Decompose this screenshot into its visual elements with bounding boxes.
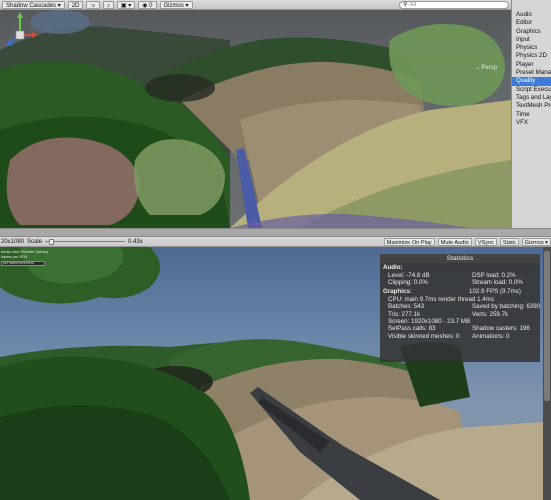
- visible-skinned-meshes: Visible skinned meshes: 0: [388, 332, 460, 340]
- game-scrollbar[interactable]: [543, 247, 551, 500]
- screen-readout: Screen: 1920x1080 - 23.7 MB: [388, 317, 471, 325]
- audio-heading: Audio:: [383, 264, 403, 271]
- projection-label[interactable]: ←Persp: [475, 65, 497, 71]
- saved-by-batching: Saved by batching: 6390: [472, 303, 540, 311]
- 2d-mode-toggle[interactable]: 2D: [67, 0, 84, 9]
- scene-viewport[interactable]: ←Persp: [0, 10, 511, 228]
- panel-divider[interactable]: [0, 228, 551, 237]
- scene-search-input[interactable]: ⚲ All: [399, 0, 509, 9]
- scene-toolbar: Shadow Cascades 2D ☼ ♪ ▣ ◉ 0 Gizmos ⚲ Al…: [0, 0, 511, 10]
- debug-button[interactable]: set frameincrement: [1, 261, 45, 266]
- stats-row-level: Level: -74.8 dB DSP load: 0.2%: [380, 272, 540, 279]
- animations: Animations: 0: [472, 332, 510, 340]
- audio-level: Level: -74.8 dB: [388, 272, 430, 279]
- settings-item-preset-manager[interactable]: Preset Manager: [512, 69, 551, 77]
- sun-icon: ☼: [90, 2, 96, 9]
- audio-clipping: Clipping: 0.0%: [388, 279, 428, 287]
- setpass-calls: SetPass calls: 83: [388, 325, 436, 333]
- settings-item-audio[interactable]: Audio: [512, 11, 551, 19]
- game-toolbar: 20x1080 Scale 0.43x Maximize On Play Mut…: [0, 237, 551, 247]
- debug-overlay: terrain struc Forester Scenery frames pe…: [0, 250, 48, 266]
- scene-terrain-render: [0, 10, 511, 228]
- settings-item-tags-and-layers[interactable]: Tags and Layers: [512, 94, 551, 102]
- settings-item-graphics[interactable]: Graphics: [512, 28, 551, 36]
- dsp-load: DSP load: 0.2%: [472, 272, 516, 279]
- stats-row-skinned: Visible skinned meshes: 0 Animations: 0: [380, 333, 540, 340]
- settings-item-textmesh-pro[interactable]: TextMesh Pro: [512, 102, 551, 110]
- settings-item-input[interactable]: Input: [512, 36, 551, 44]
- batches: Batches: 543: [388, 303, 425, 311]
- image-icon: ▣: [120, 2, 127, 9]
- graphics-heading: Graphics:: [383, 287, 412, 295]
- effects-dropdown[interactable]: ▣: [116, 0, 136, 9]
- fps-readout: 102.9 FPS (9.7ms): [469, 287, 521, 295]
- settings-item-editor[interactable]: Editor: [512, 19, 551, 27]
- debug-line-2: frames per 2019: [1, 255, 28, 259]
- project-settings-list: Audio Editor Graphics Input Physics Physics 2…: [511, 0, 551, 228]
- maximize-on-play-button[interactable]: Maximize On Play: [383, 237, 435, 246]
- scale-slider[interactable]: [45, 238, 126, 246]
- search-icon: ⚲: [403, 2, 408, 8]
- scale-slider-thumb[interactable]: [49, 238, 55, 245]
- cpu-readout: CPU: main 9.7ms render thread 1.4ms: [388, 295, 494, 303]
- verts: Verts: 259.7k: [472, 310, 509, 318]
- vsync-button[interactable]: VSync: [474, 237, 497, 246]
- stream-load: Stream load: 0.0%: [472, 279, 523, 287]
- shading-mode-dropdown[interactable]: Shadow Cascades: [2, 0, 65, 9]
- stats-row-batches: Batches: 543 Saved by batching: 6390: [380, 303, 540, 310]
- settings-item-player[interactable]: Player: [512, 61, 551, 69]
- tris: Tris: 277.1k: [388, 310, 421, 318]
- shadow-casters: Shadow casters: 196: [472, 325, 530, 333]
- resolution-dropdown[interactable]: 20x1080: [0, 239, 24, 245]
- speaker-icon: ♪: [106, 2, 110, 9]
- settings-item-vfx[interactable]: VFX: [512, 119, 551, 127]
- stats-row-tris: Tris: 277.1k Verts: 259.7k: [380, 311, 540, 318]
- settings-item-quality[interactable]: Quality: [512, 77, 551, 86]
- settings-item-script-execution-order[interactable]: Script Execution Order: [512, 86, 551, 94]
- gizmos-dropdown[interactable]: Gizmos: [159, 0, 193, 9]
- orientation-gizmo[interactable]: [0, 10, 40, 60]
- scrollbar-thumb[interactable]: [544, 251, 550, 401]
- audio-toggle[interactable]: ♪: [102, 0, 114, 9]
- stats-row-clipping: Clipping: 0.0% Stream load: 0.0%: [380, 279, 540, 286]
- gizmos-button[interactable]: Gizmos: [521, 237, 551, 246]
- scale-value: 0.43x: [128, 238, 143, 245]
- settings-item-time[interactable]: Time: [512, 111, 551, 119]
- stats-row-graphics: Graphics: 102.9 FPS (9.7ms): [380, 287, 540, 296]
- settings-item-physics[interactable]: Physics: [512, 44, 551, 52]
- stats-row-setpass: SetPass calls: 83 Shadow casters: 196: [380, 325, 540, 332]
- scale-slider-track: [45, 241, 126, 242]
- statistics-panel: Statistics Audio: Level: -74.8 dB DSP lo…: [380, 254, 540, 362]
- lighting-toggle[interactable]: ☼: [86, 0, 100, 9]
- hidden-objects-toggle[interactable]: ◉ 0: [138, 0, 157, 9]
- eye-icon: ◉: [142, 2, 148, 9]
- search-value: All: [409, 1, 417, 8]
- settings-item-physics-2d[interactable]: Physics 2D: [512, 52, 551, 60]
- scale-label: Scale: [27, 238, 43, 245]
- statistics-title: Statistics: [380, 254, 540, 263]
- hidden-count: 0: [149, 2, 153, 9]
- mute-audio-button[interactable]: Mute Audio: [437, 237, 472, 246]
- stats-button[interactable]: Stats: [499, 237, 519, 246]
